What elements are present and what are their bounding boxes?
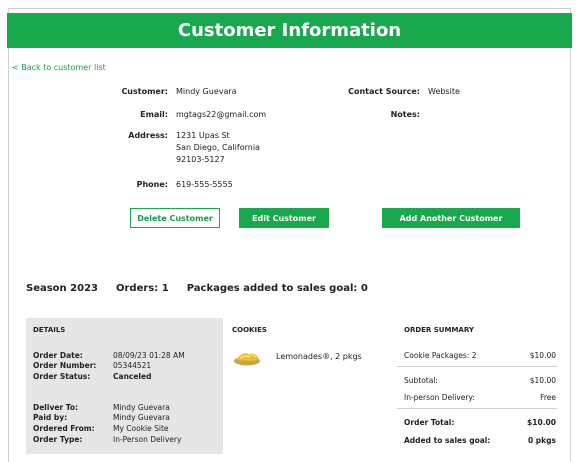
phone-value: 619-555-5555 [176, 180, 233, 189]
summary-divider [397, 366, 557, 367]
paid-by-label: Paid by: [33, 413, 68, 422]
season-summary-bar: Season 2023 Orders: 1 Packages added to … [26, 283, 368, 294]
address-label: Address: [128, 131, 168, 140]
cookies-title: COOKIES [232, 326, 267, 334]
delete-customer-button[interactable]: Delete Customer [130, 208, 220, 228]
order-total-row: Order Total: $10.00 [404, 418, 556, 427]
deliver-to-label: Deliver To: [33, 403, 79, 412]
address-line-1: 1231 Upas St [176, 131, 230, 140]
order-type-value: In-Person Delivery [113, 435, 182, 444]
page-title: Customer Information [177, 20, 402, 41]
order-status-label: Order Status: [33, 372, 91, 381]
subtotal-label: Subtotal: [404, 376, 438, 385]
customer-label: Customer: [121, 87, 168, 96]
delivery-value: Free [540, 393, 556, 402]
order-details-panel [26, 318, 223, 454]
order-status-value: Canceled [113, 372, 152, 381]
orders-count: Orders: 1 [116, 283, 169, 294]
subtotal-row: Subtotal: $10.00 [404, 376, 556, 385]
customer-value: Mindy Guevara [176, 87, 237, 96]
contact-source-value: Website [428, 87, 460, 96]
page-header: Customer Information [7, 13, 572, 48]
cookie-item-text: Lemonades®, 2 pkgs [276, 352, 362, 361]
back-to-customer-list-link[interactable]: < Back to customer list [12, 63, 106, 72]
sales-goal-value: 0 pkgs [527, 436, 556, 445]
email-label: Email: [140, 110, 168, 119]
address-line-3: 92103-5127 [176, 155, 225, 164]
details-title: DETAILS [33, 326, 66, 334]
summary-divider [397, 408, 557, 409]
cookie-packages-row: Cookie Packages: 2 $10.00 [404, 351, 556, 360]
order-total-value: $10.00 [527, 418, 556, 427]
notes-label: Notes: [390, 110, 420, 119]
order-summary-title: ORDER SUMMARY [404, 326, 474, 334]
order-number-value: 05344521 [113, 361, 152, 370]
contact-source-label: Contact Source: [348, 87, 420, 96]
sales-goal-label: Added to sales goal: [404, 436, 491, 445]
order-number-label: Order Number: [33, 361, 97, 370]
phone-label: Phone: [136, 180, 168, 189]
order-type-label: Order Type: [33, 435, 83, 444]
ordered-from-value: My Cookie Site [113, 424, 169, 433]
order-date-label: Order Date: [33, 351, 83, 360]
edit-customer-button[interactable]: Edit Customer [239, 208, 329, 228]
cookie-packages-value: $10.00 [529, 351, 556, 360]
paid-by-value: Mindy Guevara [113, 413, 170, 422]
order-date-value: 08/09/23 01:28 AM [113, 351, 185, 360]
delivery-row: In-person Delivery: Free [404, 393, 556, 402]
subtotal-value: $10.00 [529, 376, 556, 385]
add-another-customer-button[interactable]: Add Another Customer [382, 208, 520, 228]
delivery-label: In-person Delivery: [404, 393, 475, 402]
packages-sales-goal: Packages added to sales goal: 0 [186, 283, 368, 294]
cookie-packages-label: Cookie Packages: 2 [404, 351, 477, 360]
address-line-2: San Diego, California [176, 143, 260, 152]
email-value: mgtags22@gmail.com [176, 110, 267, 119]
ordered-from-label: Ordered From: [33, 424, 95, 433]
deliver-to-value: Mindy Guevara [113, 403, 170, 412]
sales-goal-row: Added to sales goal: 0 pkgs [404, 436, 556, 445]
lemonade-cookie-icon [234, 353, 260, 366]
season-label: Season 2023 [26, 283, 98, 294]
order-total-label: Order Total: [404, 418, 455, 427]
